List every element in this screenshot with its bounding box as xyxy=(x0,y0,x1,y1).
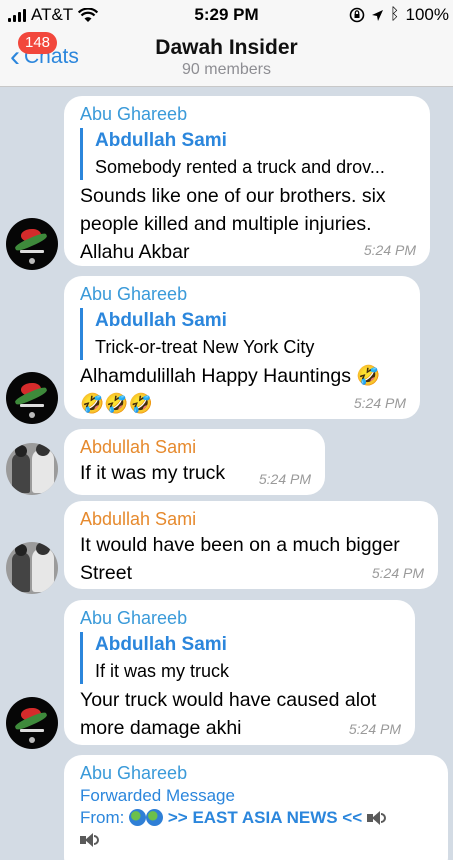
chat-subtitle: 90 members xyxy=(182,61,271,78)
message-time: 5:24 PM xyxy=(353,395,406,411)
message-list[interactable]: Abu Ghareeb Abdullah Sami Somebody rente… xyxy=(0,87,453,860)
quote-text: If it was my truck xyxy=(95,661,230,681)
avatar[interactable] xyxy=(6,542,58,594)
globe-icon xyxy=(129,809,147,826)
message-line: It would have been on a much bigger xyxy=(80,534,400,556)
battery-label: 100% xyxy=(405,5,449,24)
forwarded-source[interactable]: >> EAST ASIA NEWS << xyxy=(168,808,362,827)
reply-quote[interactable]: Abdullah Sami Trick-or-treat New York Ci… xyxy=(80,308,404,360)
reply-quote[interactable]: Abdullah Sami Somebody rented a truck an… xyxy=(80,128,414,180)
message-line: Your truck would have caused alot xyxy=(80,689,377,711)
bluetooth-icon: ᛒ xyxy=(389,6,400,23)
sender-name[interactable]: Abdullah Sami xyxy=(80,435,309,459)
message-bubble[interactable]: Abu Ghareeb Forwarded Message From: >> E… xyxy=(64,755,448,860)
forwarded-from[interactable]: From: >> EAST ASIA NEWS << xyxy=(80,807,432,851)
sender-name[interactable]: Abu Ghareeb xyxy=(80,606,399,630)
message-time: 5:24 PM xyxy=(363,242,416,258)
quote-sender: Abdullah Sami xyxy=(95,130,227,151)
sender-name[interactable]: Abu Ghareeb xyxy=(80,282,404,306)
message-bubble[interactable]: Abdullah Sami It would have been on a mu… xyxy=(64,501,438,589)
message-time: 5:24 PM xyxy=(371,565,424,581)
sender-name[interactable]: Abu Ghareeb xyxy=(80,761,432,785)
forwarded-prefix: From: xyxy=(80,808,125,827)
sender-name[interactable]: Abu Ghareeb xyxy=(80,102,414,126)
speaker-icon xyxy=(80,832,100,848)
sender-name[interactable]: Abdullah Sami xyxy=(80,507,422,531)
message-line: people killed and multiple injuries. xyxy=(80,213,372,235)
message-bubble[interactable]: Abu Ghareeb Abdullah Sami If it was my t… xyxy=(64,600,415,745)
forwarded-label: Forwarded Message xyxy=(80,786,235,805)
quote-sender: Abdullah Sami xyxy=(95,634,227,655)
nav-bar: ‹ Chats 148 Dawah Insider 90 members xyxy=(0,30,453,87)
avatar[interactable] xyxy=(6,372,58,424)
globe-icon xyxy=(146,809,164,826)
chat-title[interactable]: Dawah Insider xyxy=(0,36,453,60)
status-bar: AT&T 5:29 PM ᛒ 100% xyxy=(0,0,453,30)
avatar[interactable] xyxy=(6,697,58,749)
rotation-lock-icon xyxy=(349,7,365,23)
quote-text: Trick-or-treat New York City xyxy=(95,337,315,357)
message-bubble[interactable]: Abdullah Sami If it was my truck 5:24 PM xyxy=(64,429,325,495)
message-bubble[interactable]: Abu Ghareeb Abdullah Sami Trick-or-treat… xyxy=(64,276,420,419)
message-time: 5:24 PM xyxy=(258,471,311,487)
status-right: ᛒ 100% xyxy=(349,5,449,25)
message-bubble[interactable]: Abu Ghareeb Abdullah Sami Somebody rente… xyxy=(64,96,430,266)
message-time: 5:24 PM xyxy=(348,721,401,737)
message-line: Street xyxy=(80,562,133,584)
reply-quote[interactable]: Abdullah Sami If it was my truck xyxy=(80,632,399,684)
quote-sender: Abdullah Sami xyxy=(95,310,227,331)
message-line: Sounds like one of our brothers. six xyxy=(80,185,386,207)
location-icon xyxy=(371,9,383,21)
message-line: Alhamdulillah Happy Hauntings 🤣 xyxy=(80,365,381,387)
avatar[interactable] xyxy=(6,443,58,495)
avatar[interactable] xyxy=(6,218,58,270)
quote-text: Somebody rented a truck and drov... xyxy=(95,157,385,177)
speaker-icon xyxy=(366,810,387,826)
